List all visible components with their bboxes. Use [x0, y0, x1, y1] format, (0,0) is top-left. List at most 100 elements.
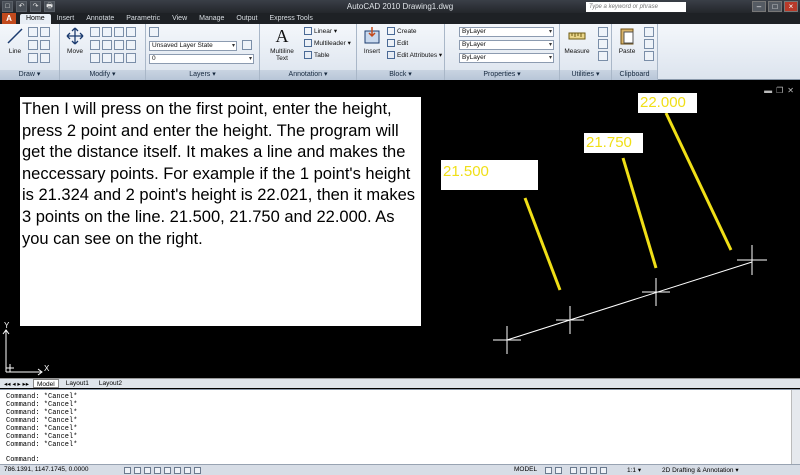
explode-icon[interactable] [114, 40, 124, 50]
copy-clip-icon[interactable] [644, 39, 654, 49]
pan-icon[interactable] [570, 467, 577, 474]
calculator-icon[interactable] [598, 39, 608, 49]
fillet-icon[interactable] [102, 40, 112, 50]
layer-select[interactable]: 0 [149, 54, 254, 64]
command-prompt[interactable]: Command: [6, 456, 40, 464]
osnap-toggle-icon[interactable] [164, 467, 171, 474]
lineweight-select[interactable]: ByLayer [459, 53, 554, 63]
tab-insert[interactable]: Insert [51, 14, 81, 24]
otrack-toggle-icon[interactable] [174, 467, 181, 474]
paste-button[interactable]: Paste [612, 26, 642, 55]
layer-properties-icon[interactable] [149, 27, 159, 37]
point-icon[interactable] [40, 53, 50, 63]
insert-block-button[interactable]: Insert [357, 26, 387, 55]
arc-icon[interactable] [28, 40, 38, 50]
scale-icon[interactable] [90, 53, 100, 63]
block-panel-title[interactable]: Block ▾ [357, 70, 444, 80]
command-scrollbar[interactable] [791, 390, 800, 465]
tab-home[interactable]: Home [20, 14, 51, 24]
utilities-panel-title[interactable]: Utilities ▾ [560, 70, 611, 80]
tab-express-tools[interactable]: Express Tools [263, 14, 318, 24]
offset-icon[interactable] [114, 53, 124, 63]
linetype-select[interactable]: ByLayer [459, 40, 554, 50]
point-21-500-crosshair[interactable] [556, 306, 584, 334]
viewport-close-icon[interactable]: ✕ [787, 86, 794, 95]
rectangle-icon[interactable] [40, 40, 50, 50]
quick-select-icon[interactable] [598, 27, 608, 37]
rotate-icon[interactable] [90, 27, 100, 37]
tab-parametric[interactable]: Parametric [120, 14, 166, 24]
close-icon[interactable]: × [784, 1, 798, 12]
circle-icon[interactable] [40, 27, 50, 37]
grid-toggle-icon[interactable] [134, 467, 141, 474]
drawn-line[interactable] [506, 261, 753, 341]
zoom-icon[interactable] [580, 467, 587, 474]
paste-label: Paste [618, 48, 636, 55]
point-end-crosshair[interactable] [737, 245, 767, 275]
color-select[interactable]: ByLayer [459, 27, 554, 37]
quick-view-layouts-icon[interactable] [545, 467, 552, 474]
trim-icon[interactable] [102, 27, 112, 37]
workspace-select[interactable]: 2D Drafting & Annotation ▾ [662, 466, 739, 474]
layers-panel-title[interactable]: Layers ▾ [146, 70, 259, 80]
command-window[interactable]: Command: *Cancel* Command: *Cancel* Comm… [0, 389, 800, 465]
tab-manage[interactable]: Manage [193, 14, 230, 24]
measure-button[interactable]: Measure [562, 26, 592, 55]
tab-output[interactable]: Output [230, 14, 263, 24]
tab-layout1[interactable]: Layout1 [63, 379, 92, 388]
multileader-button[interactable]: Multileader ▾ [304, 39, 351, 49]
polar-toggle-icon[interactable] [154, 467, 161, 474]
quick-view-drawings-icon[interactable] [555, 467, 562, 474]
utilities-tools [598, 27, 608, 61]
table-button[interactable]: Table [304, 51, 330, 61]
extend-icon[interactable] [126, 53, 136, 63]
point-21-750-crosshair[interactable] [642, 278, 670, 306]
layout-tabs-bar: ◂◂ ◂ ▸ ▸▸ Model Layout1 Layout2 [0, 378, 800, 388]
copy-icon[interactable] [126, 27, 136, 37]
layer-state-select[interactable]: Unsaved Layer State [149, 41, 237, 51]
stretch-icon[interactable] [126, 40, 136, 50]
multiline-text-button[interactable]: A Multiline Text [264, 26, 300, 62]
ortho-toggle-icon[interactable] [144, 467, 151, 474]
layout-nav-arrows[interactable]: ◂◂ ◂ ▸ ▸▸ [4, 380, 29, 388]
modify-panel-title[interactable]: Modify ▾ [60, 70, 145, 80]
viewport-restore-icon[interactable]: ❐ [776, 86, 783, 95]
dyn-toggle-icon[interactable] [184, 467, 191, 474]
hatch-icon[interactable] [28, 53, 38, 63]
linear-dimension-button[interactable]: Linear ▾ [304, 27, 337, 37]
maximize-icon[interactable]: □ [768, 1, 782, 12]
layers-panel: Unsaved Layer State 0 Layers ▾ [146, 24, 260, 80]
create-block-button[interactable]: Create [387, 27, 417, 37]
snap-toggle-icon[interactable] [124, 467, 131, 474]
model-space-toggle[interactable]: MODEL [514, 466, 537, 473]
tab-annotate[interactable]: Annotate [80, 14, 120, 24]
polyline-icon[interactable] [28, 27, 38, 37]
search-input[interactable]: Type a keyword or phrase [586, 2, 686, 12]
tab-view[interactable]: View [166, 14, 193, 24]
edit-attributes-button[interactable]: Edit Attributes ▾ [387, 51, 442, 61]
properties-panel-title[interactable]: Properties ▾ [445, 70, 559, 80]
id-point-icon[interactable] [598, 51, 608, 61]
tab-model[interactable]: Model [33, 379, 59, 388]
draw-panel-title[interactable]: Draw ▾ [0, 70, 59, 80]
clipboard-panel-title[interactable]: Clipboard [612, 70, 657, 80]
erase-icon[interactable] [114, 27, 124, 37]
line-button[interactable]: Line [0, 26, 30, 55]
viewport-minimize-icon[interactable]: ▬ [764, 86, 772, 95]
showmotion-icon[interactable] [600, 467, 607, 474]
steering-wheel-icon[interactable] [590, 467, 597, 474]
lineweight-toggle-icon[interactable] [194, 467, 201, 474]
layer-state-icon[interactable] [242, 40, 252, 50]
cut-icon[interactable] [644, 27, 654, 37]
annotation-panel-title[interactable]: Annotation ▾ [260, 70, 356, 80]
mirror-icon[interactable] [90, 40, 100, 50]
minimize-icon[interactable]: – [752, 1, 766, 12]
point-start-crosshair[interactable] [493, 326, 521, 354]
annotation-scale-select[interactable]: 1:1 ▾ [627, 466, 641, 474]
application-menu-button[interactable]: A [2, 13, 16, 24]
array-icon[interactable] [102, 53, 112, 63]
tab-layout2[interactable]: Layout2 [96, 379, 125, 388]
move-button[interactable]: Move [60, 26, 90, 55]
edit-block-button[interactable]: Edit [387, 39, 408, 49]
match-properties-icon[interactable] [644, 51, 654, 61]
